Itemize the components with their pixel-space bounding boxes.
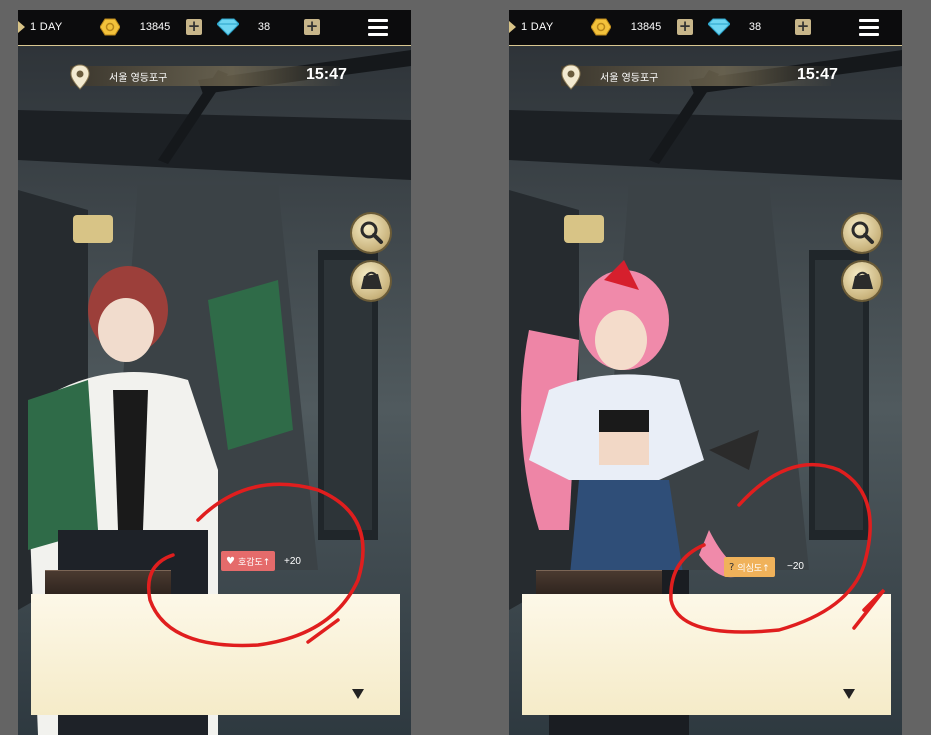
bag-icon	[361, 271, 382, 289]
stat-value: −20	[787, 561, 804, 572]
coin-icon	[100, 18, 120, 36]
hamburger-menu-icon[interactable]	[368, 19, 388, 36]
hamburger-menu-icon[interactable]	[859, 19, 879, 36]
game-screen-left: 1 DAY 13845 + 38 + 서울 영등포구 15:47 ♥ 호감도↑ …	[18, 10, 411, 735]
day-arrow-icon	[18, 21, 25, 33]
magnifier-icon	[851, 221, 874, 244]
day-label: 1 DAY	[521, 21, 554, 33]
gem-icon	[217, 18, 239, 36]
heart-icon: ♥	[226, 555, 235, 567]
day-counter: 1 DAY	[18, 16, 76, 38]
day-label: 1 DAY	[30, 21, 63, 33]
inventory-button[interactable]	[352, 262, 390, 300]
add-coins-button[interactable]: +	[186, 19, 202, 35]
location-label: 서울 영등포구	[600, 73, 659, 84]
suspicion-stat-badge: ? 의심도↑	[724, 557, 775, 577]
stat-value: +20	[284, 556, 301, 567]
add-coins-button[interactable]: +	[677, 19, 693, 35]
coin-count: 13845	[630, 21, 662, 33]
dialogue-box[interactable]	[31, 594, 400, 715]
day-counter: 1 DAY	[509, 16, 567, 38]
gem-count: 38	[257, 21, 271, 33]
coin-icon	[591, 18, 611, 36]
affection-stat-badge: ♥ 호감도↑	[221, 551, 276, 571]
add-gems-button[interactable]: +	[795, 19, 811, 35]
clock-time: 15:47	[306, 66, 347, 83]
game-screen-right: 1 DAY 13845 + 38 + 서울 영등포구 15:47 ? 의심도↑ …	[509, 10, 902, 735]
top-hud-bar: 1 DAY 13845 + 38 +	[509, 10, 902, 46]
clock-time: 15:47	[797, 66, 838, 83]
magnifier-icon	[360, 221, 383, 244]
day-arrow-icon	[509, 21, 516, 33]
coin-count: 13845	[139, 21, 171, 33]
question-icon: ?	[729, 561, 735, 573]
add-gems-button[interactable]: +	[304, 19, 320, 35]
gem-icon	[708, 18, 730, 36]
search-button[interactable]	[843, 214, 881, 252]
inventory-button[interactable]	[843, 262, 881, 300]
bag-icon	[852, 271, 873, 289]
top-hud-bar: 1 DAY 13845 + 38 +	[18, 10, 411, 46]
next-arrow-icon[interactable]	[843, 689, 855, 699]
location-label: 서울 영등포구	[109, 73, 168, 84]
location-pin-icon	[561, 64, 581, 90]
search-button[interactable]	[352, 214, 390, 252]
location-pin-icon	[70, 64, 90, 90]
stat-label: 의심도↑	[737, 563, 770, 574]
dialogue-box[interactable]	[522, 594, 891, 715]
next-arrow-icon[interactable]	[352, 689, 364, 699]
stat-label: 호감도↑	[237, 557, 271, 568]
gem-count: 38	[748, 21, 762, 33]
